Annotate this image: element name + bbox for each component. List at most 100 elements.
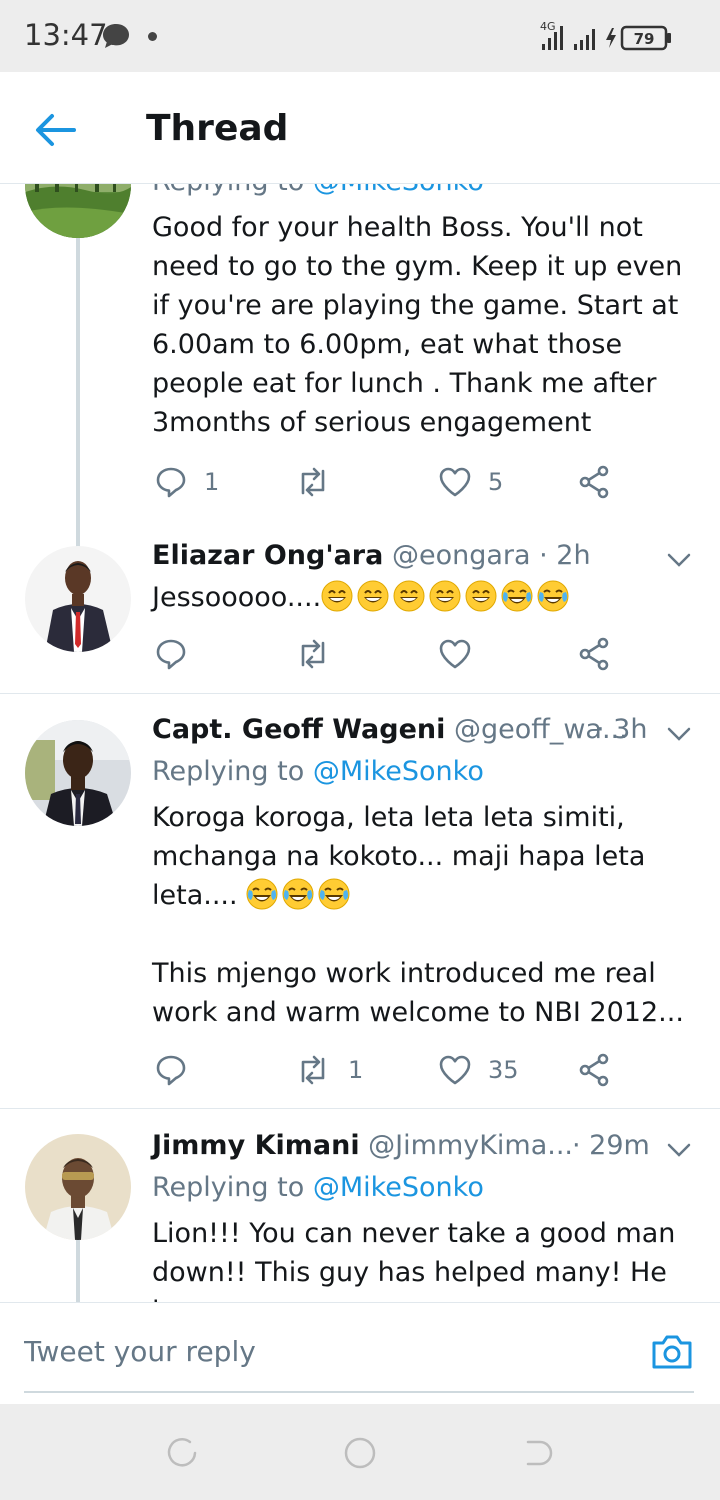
tweet-actions: 1 35 — [152, 1050, 622, 1090]
avatar[interactable] — [25, 546, 131, 652]
back-icon[interactable] — [520, 1436, 554, 1470]
reply-button[interactable]: 1 — [154, 462, 219, 502]
reply-composer — [0, 1302, 720, 1404]
thread-connector-line — [76, 1240, 80, 1302]
chevron-down-icon[interactable] — [666, 726, 692, 742]
like-button[interactable] — [438, 634, 488, 674]
tweet-text-paragraph-2: This mjengo work introduced me real work… — [152, 958, 684, 1028]
tears-of-joy-emoji — [318, 878, 350, 910]
replying-to-label: Replying to @MikeSonko — [152, 184, 484, 197]
tweet-text-content: Jessooooo.... — [152, 582, 322, 613]
grinning-emoji — [357, 580, 389, 612]
reply-bubble-icon — [156, 639, 186, 670]
replying-to-text: Replying to — [152, 756, 313, 787]
share-button[interactable] — [578, 462, 610, 502]
person-avatar-image — [25, 720, 131, 826]
heart-icon — [439, 1055, 471, 1085]
replying-to-handle[interactable]: @MikeSonko — [313, 184, 484, 197]
grinning-emoji — [429, 580, 461, 612]
author-name[interactable]: Jimmy Kimani — [152, 1130, 360, 1161]
share-button[interactable] — [578, 634, 610, 674]
status-bar: 13:47 4G 79 — [0, 0, 720, 72]
tweet-actions — [152, 634, 622, 674]
tweet-text-paragraph-1: Koroga koroga, leta leta leta simiti, mc… — [152, 802, 646, 911]
tweet-divider — [0, 1108, 720, 1109]
status-dot — [148, 32, 157, 41]
header: Thread — [0, 72, 720, 184]
heart-icon — [439, 639, 471, 669]
tears-of-joy-emoji — [246, 878, 278, 910]
back-arrow-icon[interactable] — [34, 112, 78, 148]
tears-of-joy-emoji — [537, 580, 569, 612]
reply-button[interactable] — [154, 1050, 204, 1090]
retweet-icon — [301, 1055, 325, 1085]
avatar[interactable] — [25, 1134, 131, 1240]
reply-bubble-icon — [156, 1055, 186, 1086]
page-title: Thread — [146, 108, 289, 149]
like-count: 35 — [488, 1056, 519, 1084]
share-icon — [579, 637, 609, 671]
chat-notification-icon — [103, 24, 129, 48]
author-name[interactable]: Eliazar Ong'ara — [152, 540, 383, 571]
system-navigation-bar — [0, 1404, 720, 1500]
share-icon — [579, 1053, 609, 1087]
replying-to-label: Replying to @MikeSonko — [152, 756, 484, 787]
thread-feed[interactable]: Replying to @MikeSonko Good for your hea… — [0, 184, 720, 1302]
network-type-label: 4G — [540, 20, 556, 33]
avatar[interactable] — [25, 184, 131, 238]
share-icon — [579, 465, 609, 499]
home-icon[interactable] — [343, 1436, 377, 1470]
replying-to-label: Replying to @MikeSonko — [152, 1172, 484, 1203]
person-avatar-image — [25, 1134, 131, 1240]
replying-to-text: Replying to — [152, 184, 313, 197]
emoji-row — [246, 878, 354, 911]
like-button[interactable]: 35 — [438, 1050, 519, 1090]
author-handle: @JimmyKima... — [368, 1130, 574, 1161]
reply-count: 1 — [204, 468, 220, 496]
replying-to-handle[interactable]: @MikeSonko — [313, 756, 484, 787]
tweet-time: · 3h — [596, 714, 648, 745]
retweet-button[interactable]: 1 — [294, 1050, 363, 1090]
like-button[interactable]: 5 — [438, 462, 503, 502]
tweet-author-line[interactable]: Capt. Geoff Wageni @geoff_wa... — [152, 714, 652, 745]
person-avatar-image — [25, 546, 131, 652]
reply-bubble-icon — [156, 467, 186, 498]
tweet-text: Good for your health Boss. You'll not ne… — [152, 212, 683, 438]
share-button[interactable] — [578, 1050, 610, 1090]
tweet-divider — [0, 693, 720, 694]
author-handle: @eongara — [391, 540, 531, 571]
tweet-time: · 2h — [539, 540, 591, 571]
replying-to-handle[interactable]: @MikeSonko — [313, 1172, 484, 1203]
landscape-avatar-image — [25, 184, 131, 238]
tweet-actions: 1 5 — [152, 462, 622, 502]
retweet-icon — [301, 639, 325, 669]
tweet-text: Koroga koroga, leta leta leta simiti, mc… — [152, 798, 692, 1032]
chevron-down-icon[interactable] — [666, 1142, 692, 1158]
replying-to-text: Replying to — [152, 1172, 313, 1203]
avatar[interactable] — [25, 720, 131, 826]
retweet-count: 1 — [348, 1056, 364, 1084]
retweet-icon — [301, 467, 325, 497]
grinning-emoji — [321, 580, 353, 612]
chevron-down-icon[interactable] — [666, 552, 692, 568]
emoji-row — [321, 580, 573, 613]
grinning-emoji — [393, 580, 425, 612]
reply-input-underline — [24, 1391, 694, 1393]
recent-apps-icon[interactable] — [166, 1436, 200, 1470]
camera-icon[interactable] — [650, 1331, 694, 1371]
tears-of-joy-emoji — [282, 878, 314, 910]
tweet-time: · 29m — [572, 1130, 650, 1161]
reply-button[interactable] — [154, 634, 204, 674]
like-count: 5 — [488, 468, 504, 496]
tweet-reply-input[interactable] — [24, 1335, 624, 1368]
tweet-text: Jessooooo.... — [152, 578, 692, 617]
retweet-button[interactable] — [294, 462, 348, 502]
retweet-button[interactable] — [294, 634, 348, 674]
tears-of-joy-emoji — [501, 580, 533, 612]
author-name[interactable]: Capt. Geoff Wageni — [152, 714, 445, 745]
thread-connector-line — [76, 234, 80, 590]
signal-battery-icon: 4G 79 — [540, 20, 671, 51]
tweet-author-line[interactable]: Eliazar Ong'ara @eongara · 2h — [152, 540, 652, 571]
status-time: 13:47 — [24, 18, 108, 52]
tweet-text: Lion!!! You can never take a good man do… — [152, 1218, 676, 1302]
